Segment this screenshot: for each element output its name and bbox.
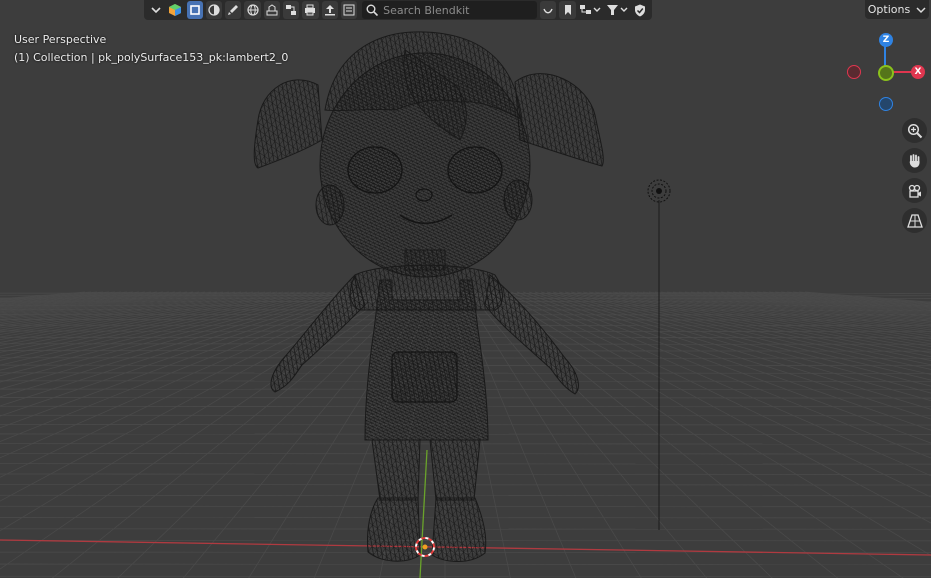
printer-icon [305, 4, 316, 16]
globe-icon [246, 4, 259, 16]
gizmo-x-axis[interactable]: X [911, 65, 925, 79]
collapse-menu-button[interactable] [148, 1, 164, 19]
funnel-icon [606, 5, 628, 15]
hierarchy-icon [580, 5, 601, 14]
materials-button[interactable] [205, 1, 223, 19]
brushes-button[interactable] [225, 1, 242, 19]
options-label: Options [867, 3, 911, 16]
options-dropdown[interactable]: Options [865, 0, 929, 19]
node-icon [286, 5, 297, 15]
bookmark-button[interactable] [559, 1, 576, 19]
zoom-icon [907, 123, 922, 138]
gizmo-z-axis[interactable]: Z [879, 33, 893, 47]
gizmo-neg-x-axis[interactable] [847, 65, 861, 79]
3d-viewport[interactable] [0, 0, 931, 578]
sort-dropdown[interactable] [579, 1, 603, 19]
gizmo-neg-z-axis[interactable] [879, 97, 893, 111]
collection-info: (1) Collection | pk_polySurface153_pk:la… [14, 51, 289, 64]
navigation-gizmo[interactable]: Z X [838, 28, 928, 118]
pan-button[interactable] [902, 148, 927, 173]
tools-button[interactable] [340, 1, 358, 19]
zoom-button[interactable] [902, 118, 927, 143]
hand-pan-icon [909, 153, 920, 168]
scenes-button[interactable] [263, 1, 280, 19]
perspective-grid-icon [906, 213, 923, 228]
light-object[interactable] [647, 179, 671, 530]
chevron-down-icon [916, 6, 926, 13]
cube-icon [189, 5, 200, 15]
camera-view-button[interactable] [902, 178, 927, 203]
models-button[interactable] [186, 1, 203, 19]
printables-button[interactable] [302, 1, 319, 19]
brush-icon [228, 5, 239, 15]
view-name: User Perspective [14, 33, 107, 46]
arc-icon [543, 8, 553, 14]
material-sphere-icon [208, 4, 220, 16]
chevron-down-icon [151, 7, 161, 14]
blenderkit-header [144, 0, 652, 20]
bookmark-icon [564, 5, 571, 15]
y-axis-line [419, 449, 428, 578]
scene-icon [266, 4, 278, 16]
shield-check-icon [634, 4, 645, 16]
filter-dropdown[interactable] [605, 1, 629, 19]
gizmo-y-axis[interactable] [878, 65, 894, 81]
search-box[interactable] [362, 1, 538, 19]
upload-button[interactable] [321, 1, 338, 19]
search-input[interactable] [383, 3, 534, 17]
search-icon [366, 4, 379, 16]
hdr-button[interactable] [244, 1, 261, 19]
perspective-toggle-button[interactable] [902, 208, 927, 233]
upload-icon [324, 5, 335, 16]
z-label: Z [882, 35, 890, 45]
camera-view-icon [908, 184, 921, 198]
viewport-info: User Perspective (1) Collection | pk_pol… [14, 31, 288, 67]
viewport-canvas [0, 31, 931, 578]
tools-icon [343, 4, 355, 16]
x-label: X [914, 67, 922, 77]
blenderkit-logo-icon [169, 4, 182, 16]
nodegroups-button[interactable] [282, 1, 300, 19]
blenderkit-logo-button[interactable] [167, 1, 183, 19]
validate-button[interactable] [632, 1, 648, 19]
search-options-button[interactable] [540, 1, 557, 19]
